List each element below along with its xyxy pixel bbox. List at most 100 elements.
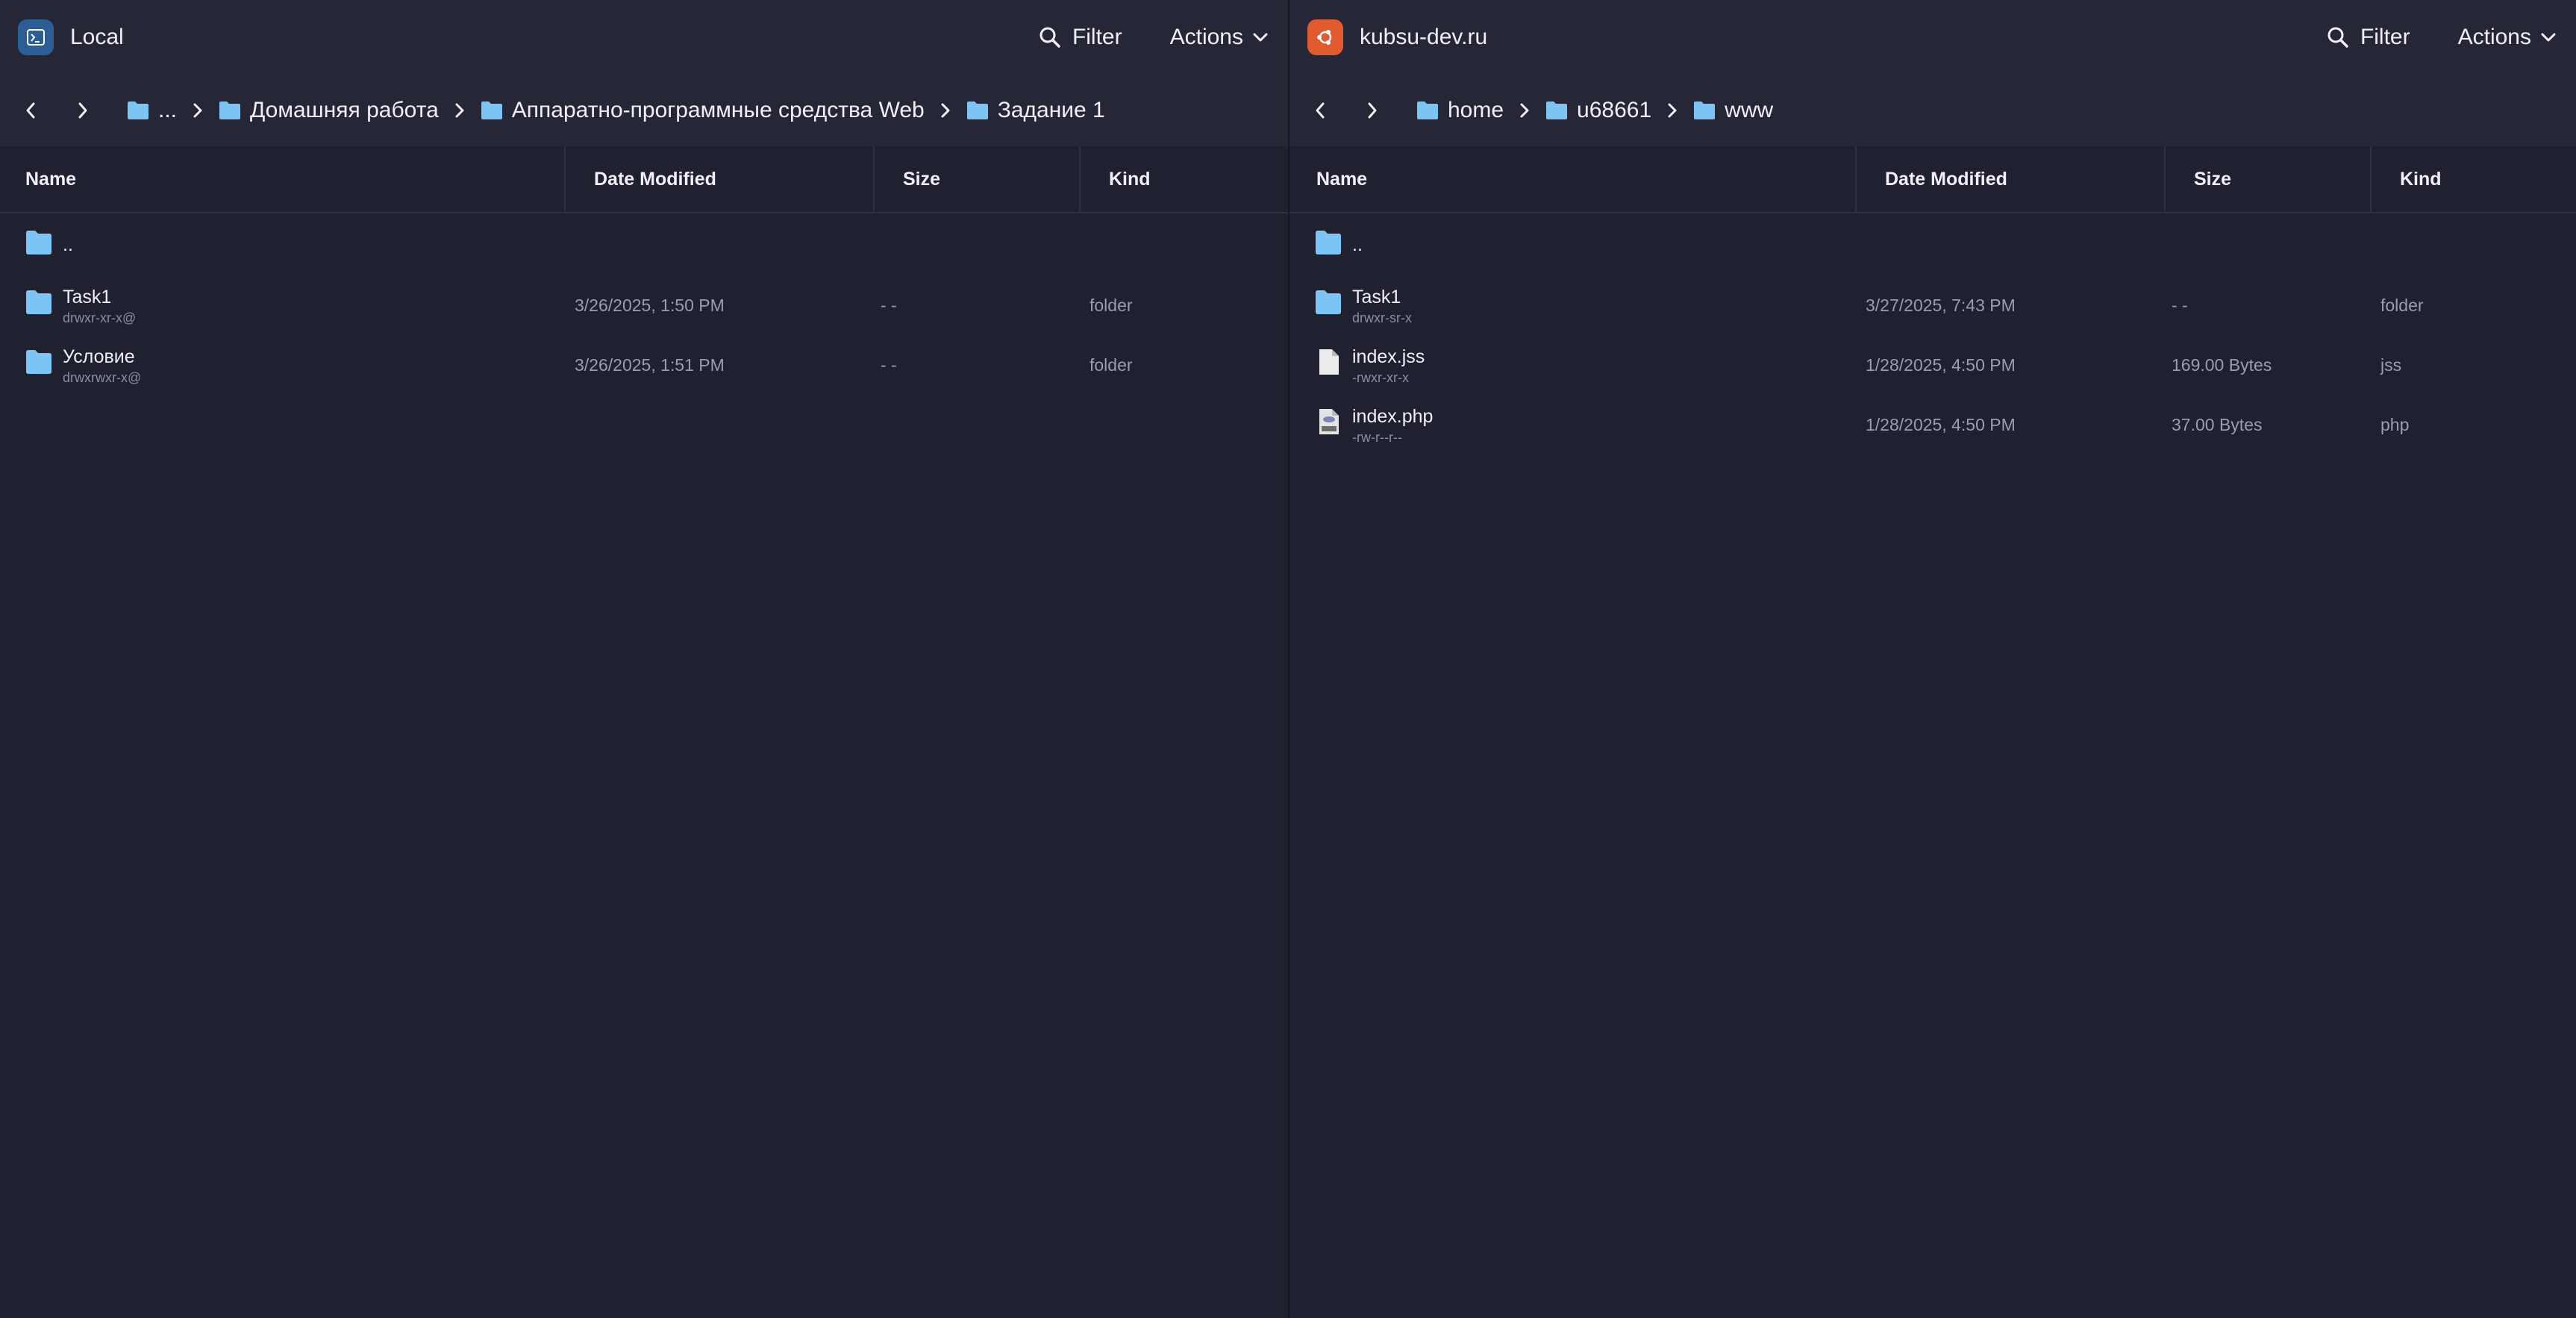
local-actions-button[interactable]: Actions <box>1170 25 1270 50</box>
file-row[interactable]: index.jss -rwxr-xr-x 1/28/2025, 4:50 PM … <box>1289 334 2576 394</box>
folder-icon <box>1316 231 1341 254</box>
chevron-right-icon <box>192 101 204 120</box>
remote-host-name: kubsu-dev.ru <box>1360 25 1488 49</box>
file-kind: folder <box>2380 296 2424 315</box>
breadcrumb-item[interactable]: ... <box>127 98 177 123</box>
column-size[interactable]: Size <box>873 146 940 212</box>
folder-icon <box>966 101 988 119</box>
file-size: 169.00 Bytes <box>2172 355 2272 375</box>
local-actions-label: Actions <box>1169 25 1243 49</box>
file-date: 3/26/2025, 1:51 PM <box>575 355 725 375</box>
file-date: 3/27/2025, 7:43 PM <box>1866 296 2016 315</box>
local-back-button[interactable] <box>19 96 42 125</box>
chevron-left-icon <box>1316 102 1325 119</box>
remote-filter-button[interactable]: Filter <box>2326 25 2410 50</box>
chevron-down-icon <box>2541 33 2556 42</box>
breadcrumb-label: www <box>1725 98 1774 122</box>
folder-icon <box>1316 290 1341 314</box>
file-kind: folder <box>1090 296 1133 315</box>
remote-pane: kubsu-dev.ru Filter Actions home u68661 … <box>1288 0 2576 1318</box>
parent-dir-row[interactable]: .. <box>0 215 1288 275</box>
file-kind: php <box>2380 415 2410 434</box>
php-file-icon <box>1319 409 1339 434</box>
remote-actions-label: Actions <box>2457 25 2531 49</box>
folder-icon <box>1546 101 1568 119</box>
file-permissions: drwxr-xr-x@ <box>63 310 137 325</box>
file-row[interactable]: Task1 drwxr-sr-x 3/27/2025, 7:43 PM - - … <box>1289 275 2576 334</box>
search-icon <box>1040 27 1060 48</box>
breadcrumb-item[interactable]: Аппаратно-программные средства Web <box>481 98 925 123</box>
breadcrumb-item[interactable]: home <box>1416 98 1504 123</box>
column-kind[interactable]: Kind <box>2370 146 2442 212</box>
column-date-modified[interactable]: Date Modified <box>564 146 716 212</box>
file-name: Условие <box>63 346 135 367</box>
file-permissions: drwxr-sr-x <box>1352 310 1412 325</box>
remote-breadcrumb-bar: home u68661 www <box>1289 75 2576 146</box>
breadcrumb-item[interactable]: Задание 1 <box>966 98 1105 123</box>
file-row[interactable]: index.php -rw-r--r-- 1/28/2025, 4:50 PM … <box>1289 394 2576 454</box>
breadcrumb-label: Задание 1 <box>997 98 1105 122</box>
file-icon <box>1319 349 1339 375</box>
local-filter-label: Filter <box>1072 25 1122 49</box>
sftp-app: Local Filter Actions ... Домашняя работа… <box>0 0 2576 1318</box>
local-breadcrumb-bar: ... Домашняя работа Аппаратно-программны… <box>0 75 1288 146</box>
file-date: 3/26/2025, 1:50 PM <box>575 296 725 315</box>
local-filter-button[interactable]: Filter <box>1038 25 1122 50</box>
file-name: Task1 <box>1352 287 1401 307</box>
local-host-icon <box>18 19 54 55</box>
column-size[interactable]: Size <box>2164 146 2231 212</box>
file-size: - - <box>881 355 897 375</box>
column-name[interactable]: Name <box>25 146 76 212</box>
file-name: Task1 <box>63 287 112 307</box>
file-row[interactable]: Условие drwxrwxr-x@ 3/26/2025, 1:51 PM -… <box>0 334 1288 394</box>
file-name: index.jss <box>1352 346 1425 367</box>
file-date: 1/28/2025, 4:50 PM <box>1866 355 2016 375</box>
file-size: 37.00 Bytes <box>2172 415 2263 434</box>
search-icon <box>2328 27 2348 48</box>
folder-icon <box>1694 101 1716 119</box>
column-name[interactable]: Name <box>1316 146 1367 212</box>
folder-icon <box>219 101 241 119</box>
folder-icon <box>128 101 149 119</box>
chevron-down-icon <box>1253 33 1268 42</box>
local-pane: Local Filter Actions ... Домашняя работа… <box>0 0 1288 1318</box>
breadcrumb-item[interactable]: u68661 <box>1545 98 1651 123</box>
file-name: .. <box>1352 234 1363 255</box>
chevron-right-icon <box>78 102 87 119</box>
column-kind[interactable]: Kind <box>1079 146 1151 212</box>
folder-icon <box>1417 101 1438 119</box>
parent-dir-row[interactable]: .. <box>1289 215 2576 275</box>
chevron-left-icon <box>26 102 35 119</box>
file-permissions: drwxrwxr-x@ <box>63 370 142 385</box>
file-permissions: -rw-r--r-- <box>1352 430 1402 445</box>
remote-forward-button[interactable] <box>1361 96 1384 125</box>
column-date-modified[interactable]: Date Modified <box>1855 146 2007 212</box>
remote-actions-button[interactable]: Actions <box>2458 25 2558 50</box>
chevron-right-icon <box>940 101 951 120</box>
local-host-name: Local <box>70 25 124 49</box>
file-name: .. <box>63 234 73 255</box>
file-date: 1/28/2025, 4:50 PM <box>1866 415 2016 434</box>
breadcrumb-label: ... <box>158 98 178 122</box>
breadcrumb-label: home <box>1448 98 1504 122</box>
breadcrumb-item[interactable]: www <box>1693 98 1773 123</box>
file-kind: jss <box>2380 355 2402 375</box>
file-kind: folder <box>1090 355 1133 375</box>
file-size: - - <box>881 296 897 315</box>
breadcrumb-label: u68661 <box>1577 98 1652 122</box>
local-forward-button[interactable] <box>72 96 94 125</box>
chevron-right-icon <box>1666 101 1678 120</box>
file-permissions: -rwxr-xr-x <box>1352 370 1409 385</box>
file-name: index.php <box>1352 406 1434 427</box>
folder-icon <box>26 350 51 374</box>
ubuntu-icon <box>1307 19 1343 55</box>
breadcrumb-label: Аппаратно-программные средства Web <box>511 98 925 122</box>
remote-column-header: Name Date Modified Size Kind <box>1289 146 2576 213</box>
folder-icon <box>26 290 51 314</box>
file-row[interactable]: Task1 drwxr-xr-x@ 3/26/2025, 1:50 PM - -… <box>0 275 1288 334</box>
breadcrumb-item[interactable]: Домашняя работа <box>219 98 439 123</box>
file-size: - - <box>2172 296 2188 315</box>
chevron-right-icon <box>1519 101 1531 120</box>
remote-filter-label: Filter <box>2360 25 2410 49</box>
remote-back-button[interactable] <box>1309 96 1331 125</box>
